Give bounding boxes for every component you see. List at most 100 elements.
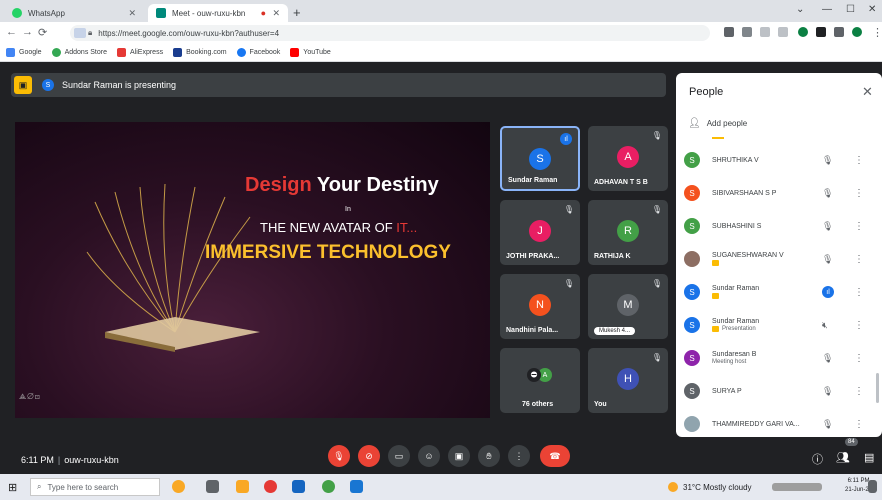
store-icon[interactable]: [292, 480, 305, 493]
participant-tile[interactable]: 🎙︎ M Mukesh 4...: [588, 274, 668, 339]
meet-stage: ▣ S Sundar Raman is presenting Design Yo…: [0, 62, 882, 474]
participant-tile[interactable]: 🎙︎ R RATHIJA K: [588, 200, 668, 265]
more-options-icon[interactable]: ⋮: [854, 320, 864, 331]
participant-name: Sundar Raman: [712, 318, 760, 325]
captions-button[interactable]: ▭: [388, 445, 410, 467]
raise-hand-button[interactable]: ✋︎: [478, 445, 500, 467]
bookmark-aliexpress[interactable]: AliExpress: [117, 48, 163, 57]
others-tile[interactable]: A ⛔︎ 76 others: [500, 348, 580, 413]
url-field[interactable]: 🔒︎ https://meet.google.com/ouw-ruxu-kbn?…: [70, 25, 710, 41]
more-options-icon[interactable]: ⋮: [854, 155, 864, 166]
tab-label: Meet - ouw-ruxu-kbn: [172, 8, 246, 18]
camera-toggle-button[interactable]: ⊘: [358, 445, 380, 467]
participant-tile[interactable]: ıl S Sundar Raman: [500, 126, 580, 191]
more-options-icon[interactable]: ⋮: [854, 353, 864, 364]
weather-widget[interactable]: 31°C Mostly cloudy: [668, 482, 752, 492]
more-options-icon[interactable]: ⋮: [854, 188, 864, 199]
puzzle-icon[interactable]: [816, 27, 826, 37]
new-tab-button[interactable]: +: [293, 5, 301, 20]
slide-tagline: IMMERSIVE TECHNOLOGY: [205, 242, 451, 263]
participant-row[interactable]: S SIBIVARSHAAN S P 🎙︎ ⋮: [684, 178, 864, 208]
mic-off-icon: 🎙︎: [563, 279, 574, 288]
bookmark-youtube[interactable]: YouTube: [290, 48, 331, 57]
profile-icon[interactable]: [852, 27, 862, 37]
avatar: S: [42, 79, 54, 91]
minimize-button[interactable]: —: [822, 4, 832, 15]
participant-name: Sundar Raman: [508, 177, 558, 184]
participant-row[interactable]: S SURYA P 🎙︎ ⋮: [684, 376, 864, 406]
speaking-icon: ıl: [822, 286, 834, 298]
share-icon[interactable]: [760, 27, 770, 37]
present-button[interactable]: ▣: [448, 445, 470, 467]
panel-title: People: [689, 86, 724, 98]
info-icon[interactable]: ⓘ: [812, 451, 823, 467]
chevron-down-icon[interactable]: ⌄: [796, 4, 804, 15]
participant-row[interactable]: S SUBHASHINI S 🎙︎ ⋮: [684, 211, 864, 241]
more-options-icon[interactable]: ⋮: [854, 386, 864, 397]
close-icon[interactable]: ✕: [272, 8, 280, 19]
badge-icon: [712, 326, 719, 332]
bookmark-addons[interactable]: Addons Store: [51, 48, 107, 57]
more-options-icon[interactable]: ⋮: [854, 221, 864, 232]
participant-name: SIBIVARSHAAN S P: [712, 189, 777, 197]
more-options-icon[interactable]: ⋮: [854, 419, 864, 430]
tab-meet[interactable]: Meet - ouw-ruxu-kbn ● ✕: [148, 4, 288, 22]
extension-icon[interactable]: [798, 27, 808, 37]
add-people-button[interactable]: 👤︎ Add people: [688, 118, 747, 129]
book-illustration: [86, 183, 260, 352]
chrome-icon[interactable]: [264, 480, 277, 493]
participant-tile[interactable]: 🎙︎ N Nandhini Pala...: [500, 274, 580, 339]
task-view-icon[interactable]: [206, 480, 219, 493]
people-panel: People ✕ 👤︎ Add people S SHRUTHIKA V 🎙︎ ⋮…: [676, 73, 882, 437]
more-options-icon[interactable]: ⋮: [854, 287, 864, 298]
chrome-profile-icon[interactable]: [322, 480, 335, 493]
bookmark-facebook[interactable]: Facebook: [236, 48, 280, 57]
chat-icon[interactable]: ▤: [864, 451, 874, 464]
participant-tile[interactable]: 🎙︎ J JOTHI PRAKA...: [500, 200, 580, 265]
participant-row[interactable]: SUGANESHWARAN V 🎙︎ ⋮: [684, 244, 864, 274]
participant-row[interactable]: THAMMIREDDY GARI VA... 🎙︎ ⋮: [684, 409, 864, 437]
self-tile[interactable]: 🎙︎ H You: [588, 348, 668, 413]
sidebar-icon[interactable]: [834, 27, 844, 37]
people-icon[interactable]: 👥︎: [836, 451, 850, 464]
window-close-button[interactable]: ✕: [868, 4, 876, 15]
participant-row[interactable]: S SHRUTHIKA V 🎙︎ ⋮: [684, 145, 864, 175]
mic-toggle-button[interactable]: 🎙︎: [328, 445, 350, 467]
leave-call-button[interactable]: ☎︎: [540, 445, 570, 467]
maximize-button[interactable]: ☐: [846, 4, 855, 15]
presentation-icon[interactable]: ▣: [14, 76, 32, 94]
close-icon[interactable]: ✕: [128, 8, 136, 19]
close-icon[interactable]: ✕: [862, 84, 873, 100]
menu-icon[interactable]: ⋮: [872, 26, 882, 39]
participant-row[interactable]: S Sundar Raman Presentation 🔇︎ ⋮: [684, 310, 864, 340]
camera-icon[interactable]: [724, 27, 734, 37]
participant-tile[interactable]: 🎙︎ A ADHAVAN T S B: [588, 126, 668, 191]
system-tray-icons[interactable]: [772, 483, 822, 491]
cortana-icon[interactable]: [172, 480, 185, 493]
more-options-button[interactable]: ⋮: [508, 445, 530, 467]
bookmark-google[interactable]: Google: [6, 48, 42, 57]
notifications-icon[interactable]: [868, 480, 877, 493]
tab-whatsapp[interactable]: WhatsApp ✕: [4, 4, 144, 22]
back-icon[interactable]: ←: [6, 26, 17, 38]
emoji-button[interactable]: ☺: [418, 445, 440, 467]
participant-row[interactable]: S Sundar Raman ıl ⋮: [684, 277, 864, 307]
scrollbar[interactable]: [876, 373, 879, 403]
bookmark-booking[interactable]: Booking.com: [173, 48, 227, 57]
reload-icon[interactable]: ⟳: [38, 26, 47, 39]
mic-off-icon: 🎙︎: [822, 154, 834, 165]
participant-count-badge: 84: [845, 438, 858, 446]
taskbar-search[interactable]: ⌕ Type here to search: [30, 478, 160, 496]
avatar: A: [617, 146, 639, 168]
star-icon[interactable]: [778, 27, 788, 37]
slide-subtitle: THE NEW AVATAR OF IT...: [260, 220, 418, 235]
key-icon[interactable]: [742, 27, 752, 37]
participant-name: SUBHASHINI S: [712, 222, 762, 230]
app-icon[interactable]: [350, 480, 363, 493]
meet-icon: [156, 8, 166, 18]
forward-icon[interactable]: →: [22, 26, 33, 38]
windows-start-icon[interactable]: ⊞: [8, 481, 17, 494]
file-explorer-icon[interactable]: [236, 480, 249, 493]
more-options-icon[interactable]: ⋮: [854, 254, 864, 265]
participant-row[interactable]: S Sundaresan B Meeting host 🎙︎ ⋮: [684, 343, 864, 373]
